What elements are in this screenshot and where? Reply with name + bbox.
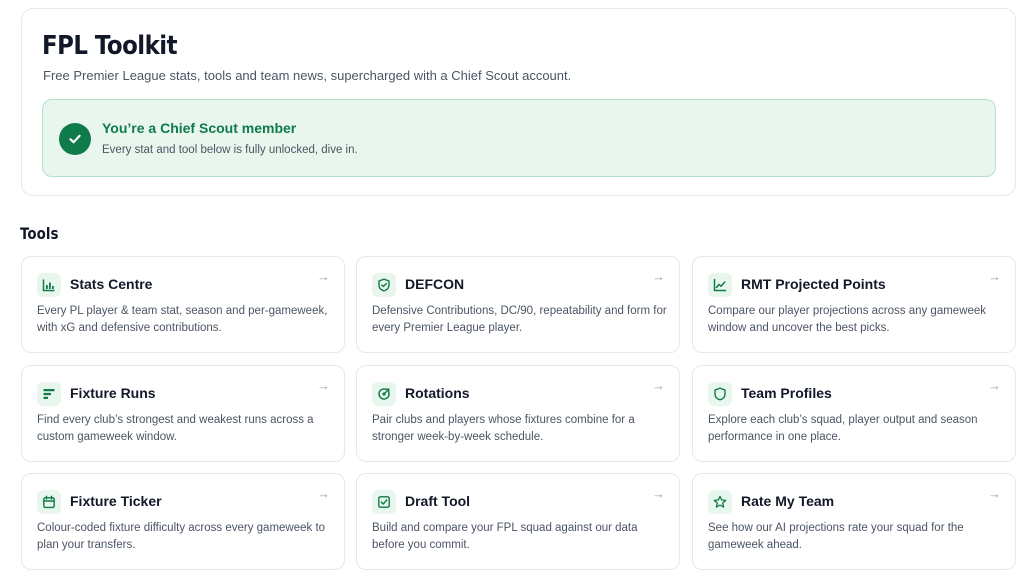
tools-grid: Stats Centre → Every PL player & team st… bbox=[21, 256, 1016, 586]
tools-section-title: Tools bbox=[20, 224, 59, 243]
checkbox-icon bbox=[372, 490, 396, 514]
tool-card-title: Fixture Ticker bbox=[70, 493, 162, 509]
membership-title: You’re a Chief Scout member bbox=[102, 120, 297, 136]
tool-card-title: Team Profiles bbox=[741, 385, 832, 401]
bar-chart-icon bbox=[37, 273, 61, 297]
tool-card-title: Fixture Runs bbox=[70, 385, 156, 401]
tool-card-description: Explore each club’s squad, player output… bbox=[708, 414, 978, 443]
shield-icon bbox=[708, 382, 732, 406]
trend-chart-icon bbox=[708, 273, 732, 297]
calendar-icon bbox=[37, 490, 61, 514]
tool-card-description: Colour-coded fixture difficulty across e… bbox=[37, 522, 326, 551]
arrow-right-icon: → bbox=[988, 486, 1001, 501]
tool-card-stats-centre[interactable]: Stats Centre → Every PL player & team st… bbox=[21, 256, 345, 353]
check-circle-icon bbox=[59, 123, 91, 155]
target-icon bbox=[372, 382, 396, 406]
tool-card-description: Compare our player projections across an… bbox=[708, 305, 987, 334]
arrow-right-icon: → bbox=[317, 378, 330, 393]
tool-card-description: Pair clubs and players whose fixtures co… bbox=[372, 414, 635, 443]
tool-card-team-profiles[interactable]: Team Profiles → Explore each club’s squa… bbox=[692, 365, 1016, 462]
tool-card-description: Build and compare your FPL squad against… bbox=[372, 522, 638, 551]
tool-card-title: RMT Projected Points bbox=[741, 276, 886, 292]
arrow-right-icon: → bbox=[317, 269, 330, 284]
arrow-right-icon: → bbox=[652, 486, 665, 501]
tool-card-rotations[interactable]: Rotations → Pair clubs and players whose… bbox=[356, 365, 680, 462]
tool-card-defcon[interactable]: DEFCON → Defensive Contributions, DC/90,… bbox=[356, 256, 680, 353]
tool-card-rate-my-team[interactable]: Rate My Team → See how our AI projection… bbox=[692, 473, 1016, 570]
shield-check-icon bbox=[372, 273, 396, 297]
arrow-right-icon: → bbox=[652, 378, 665, 393]
arrow-right-icon: → bbox=[652, 269, 665, 284]
arrow-right-icon: → bbox=[317, 486, 330, 501]
tool-card-title: Rotations bbox=[405, 385, 470, 401]
tool-card-description: See how our AI projections rate your squ… bbox=[708, 522, 964, 551]
tool-card-description: Defensive Contributions, DC/90, repeatab… bbox=[372, 305, 667, 334]
tool-card-draft-tool[interactable]: Draft Tool → Build and compare your FPL … bbox=[356, 473, 680, 570]
tool-card-title: Draft Tool bbox=[405, 493, 471, 509]
membership-text: Every stat and tool below is fully unloc… bbox=[102, 144, 358, 156]
tool-card-title: Rate My Team bbox=[741, 493, 835, 509]
tool-card-description: Every PL player & team stat, season and … bbox=[37, 305, 328, 334]
star-icon bbox=[708, 490, 732, 514]
tool-card-title: Stats Centre bbox=[70, 276, 153, 292]
page-subtitle: Free Premier League stats, tools and tea… bbox=[43, 68, 572, 83]
tool-card-fixture-ticker[interactable]: Fixture Ticker → Colour-coded fixture di… bbox=[21, 473, 345, 570]
tool-card-description: Find every club’s strongest and weakest … bbox=[37, 414, 314, 443]
page-title: FPL Toolkit bbox=[42, 31, 178, 61]
list-bars-icon bbox=[37, 382, 61, 406]
arrow-right-icon: → bbox=[988, 269, 1001, 284]
tool-card-title: DEFCON bbox=[405, 276, 465, 292]
hero-panel: FPL Toolkit Free Premier League stats, t… bbox=[21, 8, 1016, 196]
tool-card-fixture-runs[interactable]: Fixture Runs → Find every club’s stronge… bbox=[21, 365, 345, 462]
membership-banner: You’re a Chief Scout member Every stat a… bbox=[42, 99, 996, 177]
arrow-right-icon: → bbox=[988, 378, 1001, 393]
tool-card-rmt-projected-points[interactable]: RMT Projected Points → Compare our playe… bbox=[692, 256, 1016, 353]
